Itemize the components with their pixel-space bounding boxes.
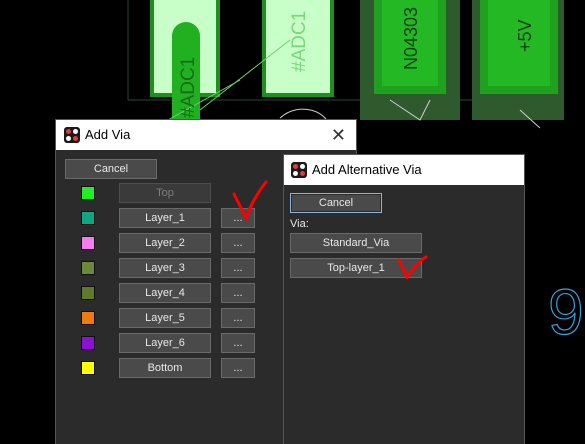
layer-button-layer-4[interactable]: Layer_4 bbox=[119, 283, 211, 303]
layer-button-layer-6[interactable]: Layer_6 bbox=[119, 333, 211, 353]
layer-button-layer-2[interactable]: Layer_2 bbox=[119, 233, 211, 253]
layer-button-bottom[interactable]: Bottom bbox=[119, 358, 211, 378]
pcb-digit-label: 9 bbox=[548, 276, 584, 348]
layer-options-button[interactable]: ... bbox=[221, 358, 255, 378]
layer-options-button[interactable]: ... bbox=[221, 233, 255, 253]
component-label-adc1-a: #ADC1 bbox=[178, 57, 199, 118]
layer-options-button[interactable]: ... bbox=[221, 333, 255, 353]
add-via-titlebar[interactable]: Add Via ✕ bbox=[56, 120, 356, 150]
layer-color-swatch bbox=[81, 286, 95, 300]
layer-options-button[interactable]: ... bbox=[221, 258, 255, 278]
alt-cancel-button[interactable]: Cancel bbox=[290, 193, 382, 213]
layer-options-button[interactable]: ... bbox=[221, 308, 255, 328]
via-option-standard-via[interactable]: Standard_Via bbox=[290, 233, 422, 253]
layer-button-top[interactable]: Top bbox=[119, 183, 211, 203]
component-label-adc1-b: #ADC1 bbox=[289, 11, 310, 72]
alt-via-title: Add Alternative Via bbox=[312, 162, 422, 177]
component-label-n04303: N04303 bbox=[401, 7, 421, 70]
component-pad-4 bbox=[472, 0, 564, 120]
layer-color-swatch bbox=[81, 311, 95, 325]
layer-color-swatch bbox=[81, 261, 95, 275]
layer-button-layer-5[interactable]: Layer_5 bbox=[119, 308, 211, 328]
layer-color-swatch bbox=[81, 361, 95, 375]
layer-color-swatch bbox=[81, 186, 95, 200]
layer-options-button[interactable]: ... bbox=[221, 283, 255, 303]
layer-button-layer-1[interactable]: Layer_1 bbox=[119, 208, 211, 228]
close-icon[interactable]: ✕ bbox=[331, 122, 346, 148]
component-label-5v: +5V bbox=[515, 19, 535, 52]
add-via-title: Add Via bbox=[85, 127, 131, 142]
layer-color-swatch bbox=[81, 236, 95, 250]
layer-options-button[interactable]: ... bbox=[221, 208, 255, 228]
via-option-top-layer-1[interactable]: Top-layer_1 bbox=[290, 258, 422, 278]
layer-color-swatch bbox=[81, 211, 95, 225]
via-label: Via: bbox=[290, 218, 309, 230]
layer-button-layer-3[interactable]: Layer_3 bbox=[119, 258, 211, 278]
add-alternative-via-dialog: Add Alternative Via Cancel Via: Standard… bbox=[284, 155, 524, 444]
alt-via-titlebar[interactable]: Add Alternative Via bbox=[284, 155, 524, 185]
app-icon bbox=[64, 127, 80, 143]
layer-color-swatch bbox=[81, 336, 95, 350]
app-icon bbox=[291, 162, 307, 178]
cancel-button[interactable]: Cancel bbox=[65, 159, 157, 179]
